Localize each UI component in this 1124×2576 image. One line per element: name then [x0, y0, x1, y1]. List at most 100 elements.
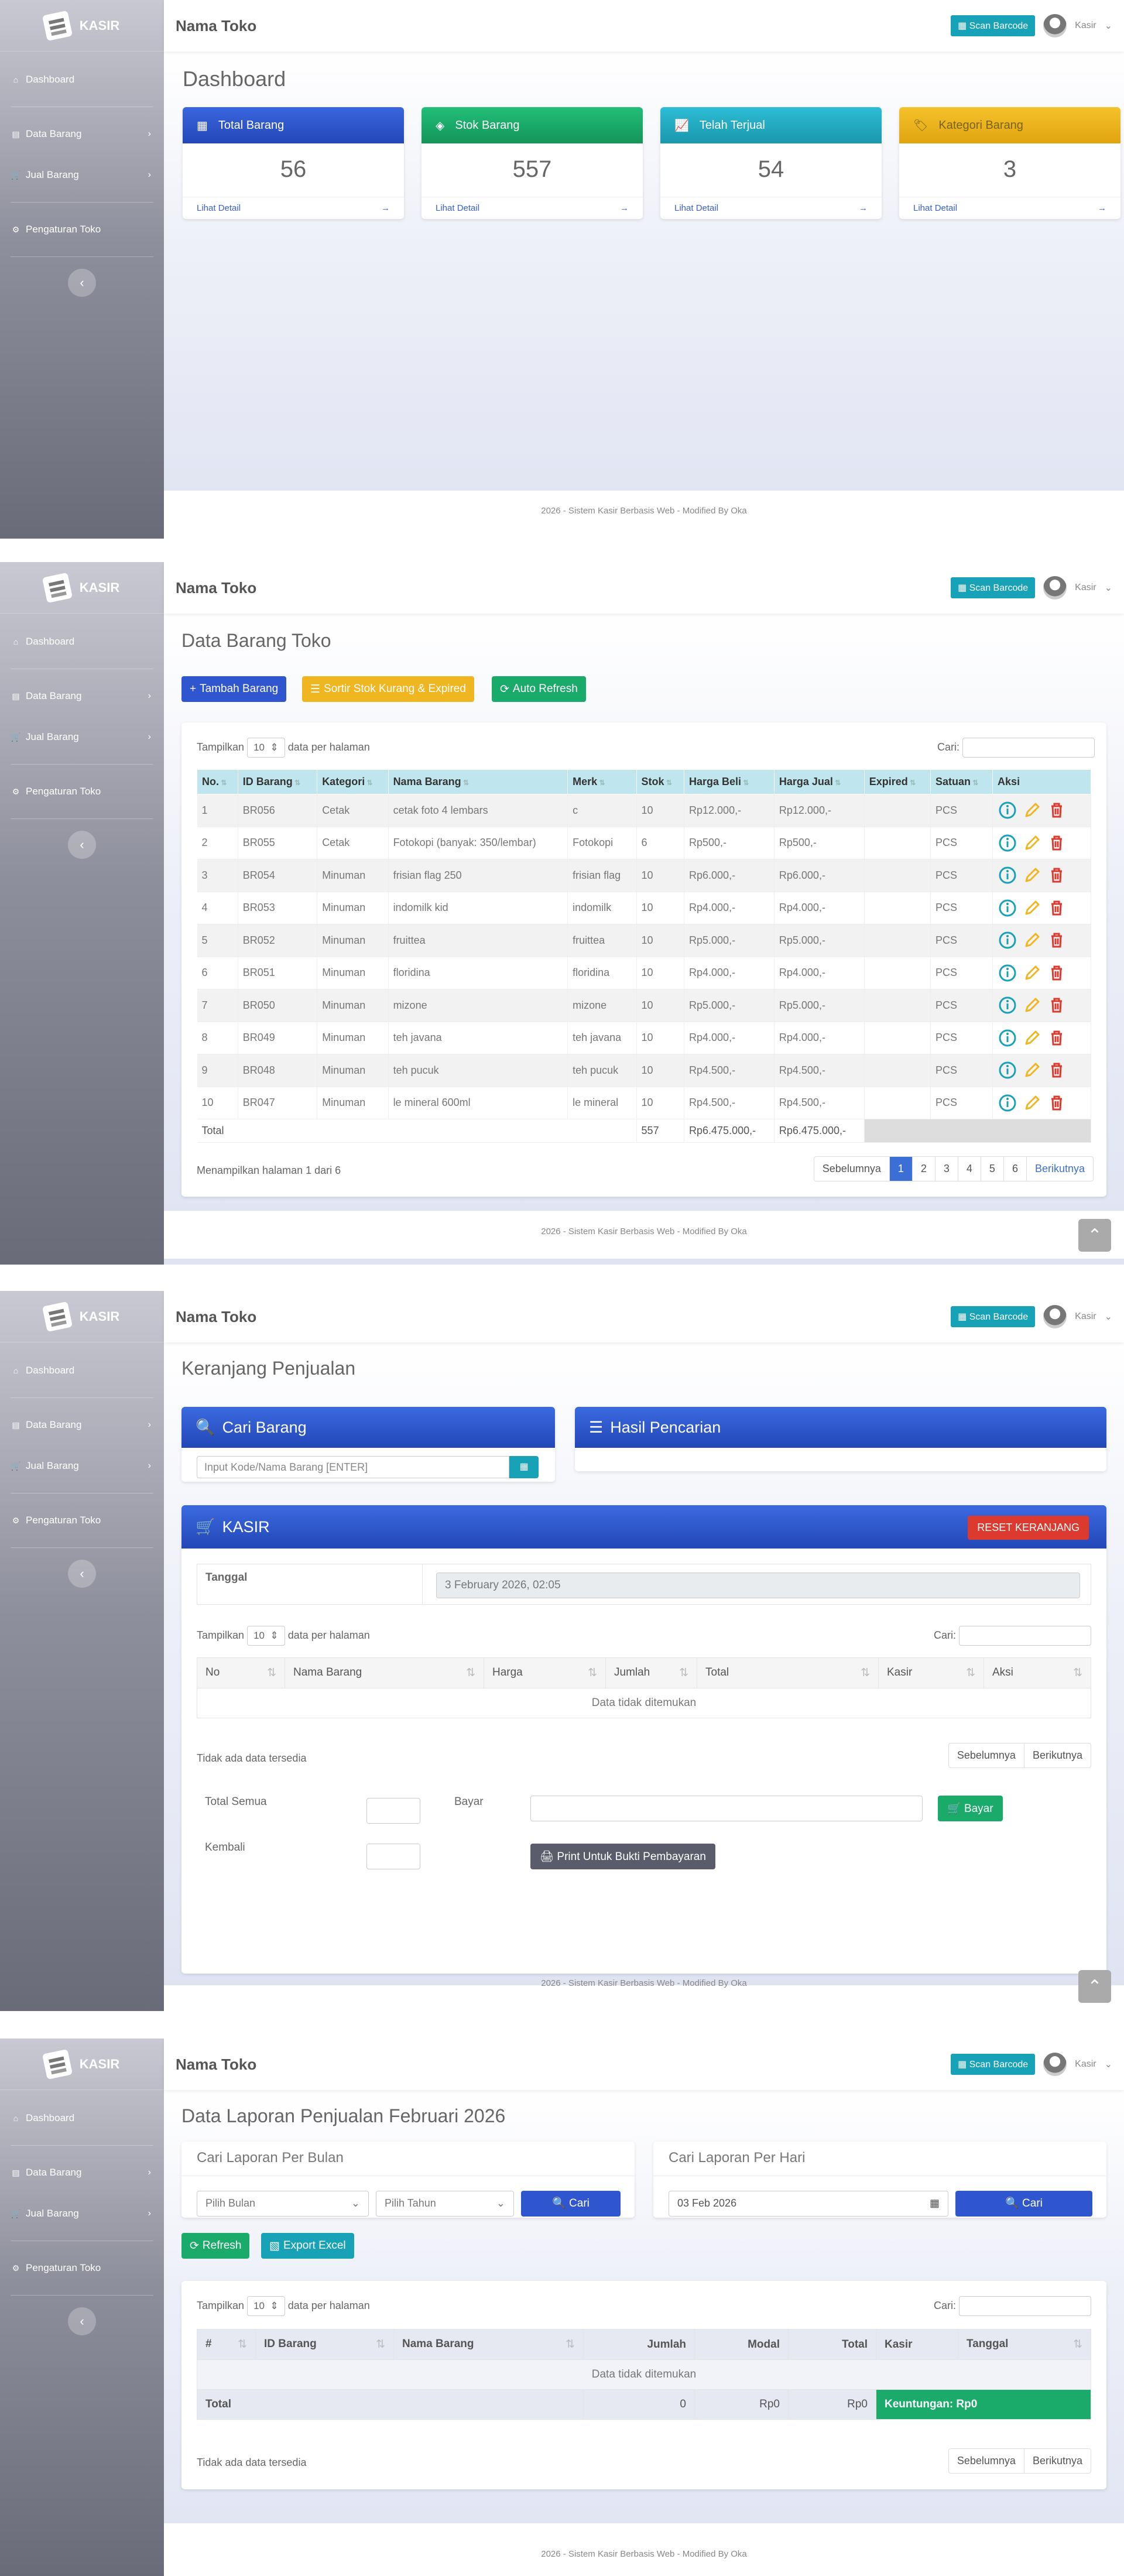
column-header[interactable]: Merk ⇅	[567, 769, 637, 794]
info-icon[interactable]	[998, 865, 1017, 885]
trash-icon[interactable]	[1047, 800, 1067, 820]
next-page-button[interactable]: Berikutnya	[1023, 1743, 1091, 1767]
sidebar-toggle-button[interactable]: ‹	[68, 1560, 96, 1588]
detail-link[interactable]: Lihat Detail →	[899, 197, 1120, 219]
sidebar-item-pengaturan[interactable]: ⚙ Pengaturan Toko	[0, 779, 164, 804]
detail-link[interactable]: Lihat Detail →	[660, 197, 882, 219]
year-select[interactable]: Pilih Tahun ⌄	[376, 2191, 514, 2217]
column-header[interactable]: ID Barang ⇅	[255, 2329, 394, 2360]
column-header[interactable]: Aksi	[992, 769, 1091, 794]
column-header[interactable]: ID Barang ⇅	[237, 769, 318, 794]
daily-search-button[interactable]: 🔍 Cari	[955, 2191, 1092, 2217]
column-header[interactable]: Harga Beli ⇅	[684, 769, 775, 794]
avatar[interactable]	[1043, 2053, 1067, 2076]
sidebar-item-data-barang[interactable]: ▤ Data Barang ›	[0, 2160, 164, 2186]
trash-icon[interactable]	[1047, 833, 1067, 853]
prev-page-button[interactable]: Sebelumnya	[949, 1743, 1024, 1767]
detail-link[interactable]: Lihat Detail →	[422, 197, 643, 219]
page-button-2[interactable]: 2	[911, 1157, 935, 1181]
export-excel-button[interactable]: ▧ Export Excel	[261, 2233, 354, 2259]
column-header[interactable]: No. ⇅	[197, 769, 238, 794]
info-icon[interactable]	[998, 833, 1017, 853]
user-name[interactable]: Kasir	[1075, 2059, 1096, 2070]
scroll-top-button[interactable]: ⌃	[1078, 1219, 1111, 1252]
column-header[interactable]: Harga ⇅	[484, 1657, 606, 1688]
reset-cart-button[interactable]: RESET KERANJANG	[968, 1516, 1089, 1540]
trash-icon[interactable]	[1047, 1060, 1067, 1080]
refresh-button[interactable]: ⟳ Refresh	[181, 2233, 250, 2259]
info-icon[interactable]	[998, 1060, 1017, 1080]
monthly-search-button[interactable]: 🔍 Cari	[521, 2191, 621, 2217]
auto-refresh-button[interactable]: ⟳ Auto Refresh	[492, 676, 586, 702]
column-header[interactable]: Aksi ⇅	[984, 1657, 1091, 1688]
pay-input[interactable]	[530, 1796, 923, 1821]
page-button-3[interactable]: 3	[934, 1157, 958, 1181]
brand[interactable]: KASIR	[0, 0, 164, 52]
barcode-search-button[interactable]: ▦	[509, 1456, 539, 1478]
scroll-top-button[interactable]: ⌃	[1078, 1970, 1111, 2003]
info-icon[interactable]	[998, 963, 1017, 983]
column-header[interactable]: Kasir	[876, 2329, 958, 2360]
sidebar-item-dashboard[interactable]: ⌂ Dashboard	[0, 2105, 164, 2131]
sidebar-item-pengaturan[interactable]: ⚙ Pengaturan Toko	[0, 2255, 164, 2281]
info-icon[interactable]	[998, 1028, 1017, 1048]
sidebar-item-dashboard[interactable]: ⌂ Dashboard	[0, 1358, 164, 1383]
column-header[interactable]: Kategori ⇅	[317, 769, 389, 794]
avatar[interactable]	[1043, 1305, 1067, 1328]
column-header[interactable]: Nama Barang ⇅	[393, 2329, 584, 2360]
page-length-select[interactable]: 10 ⇕	[247, 2296, 285, 2316]
column-header[interactable]: Tanggal ⇅	[958, 2329, 1091, 2360]
scan-barcode-button[interactable]: ▦ Scan Barcode	[951, 577, 1036, 598]
column-header[interactable]: Modal	[694, 2329, 789, 2360]
user-name[interactable]: Kasir	[1075, 1311, 1096, 1322]
add-item-button[interactable]: + Tambah Barang	[181, 676, 287, 702]
sidebar-item-jual-barang[interactable]: 🛒 Jual Barang ›	[0, 2201, 164, 2226]
sidebar-toggle-button[interactable]: ‹	[68, 831, 96, 859]
column-header[interactable]: Jumlah ⇅	[605, 1657, 697, 1688]
print-receipt-button[interactable]: 🖨 Print Untuk Bukti Pembayaran	[530, 1844, 715, 1869]
edit-icon[interactable]	[1022, 930, 1042, 950]
column-header[interactable]: Jumlah	[583, 2329, 695, 2360]
edit-icon[interactable]	[1022, 1060, 1042, 1080]
trash-icon[interactable]	[1047, 930, 1067, 950]
trash-icon[interactable]	[1047, 865, 1067, 885]
column-header[interactable]: No ⇅	[197, 1657, 285, 1688]
sidebar-item-jual-barang[interactable]: 🛒 Jual Barang ›	[0, 162, 164, 188]
edit-icon[interactable]	[1022, 1093, 1042, 1113]
edit-icon[interactable]	[1022, 995, 1042, 1015]
sidebar-item-data-barang[interactable]: ▤ Data Barang ›	[0, 121, 164, 147]
page-length-select[interactable]: 10 ⇕	[247, 1626, 285, 1646]
page-button-1[interactable]: 1	[889, 1157, 912, 1181]
search-input[interactable]	[962, 738, 1095, 758]
info-icon[interactable]	[998, 800, 1017, 820]
edit-icon[interactable]	[1022, 898, 1042, 918]
user-name[interactable]: Kasir	[1075, 20, 1096, 31]
brand[interactable]: KASIR	[0, 562, 164, 614]
user-name[interactable]: Kasir	[1075, 583, 1096, 593]
next-page-button[interactable]: Berikutnya	[1023, 2449, 1091, 2473]
scan-barcode-button[interactable]: ▦ Scan Barcode	[951, 2054, 1036, 2075]
search-input[interactable]	[959, 2296, 1091, 2316]
edit-icon[interactable]	[1022, 833, 1042, 853]
edit-icon[interactable]	[1022, 1028, 1042, 1048]
column-header[interactable]: Kasir ⇅	[878, 1657, 984, 1688]
prev-page-button[interactable]: Sebelumnya	[814, 1157, 889, 1181]
sidebar-item-dashboard[interactable]: ⌂ Dashboard	[0, 67, 164, 93]
sort-stock-button[interactable]: ☰ Sortir Stok Kurang & Expired	[302, 676, 474, 702]
sidebar-toggle-button[interactable]: ‹	[68, 2307, 96, 2335]
edit-icon[interactable]	[1022, 963, 1042, 983]
chevron-down-icon[interactable]: ⌄	[1105, 1311, 1112, 1323]
info-icon[interactable]	[998, 995, 1017, 1015]
column-header[interactable]: # ⇅	[197, 2329, 256, 2360]
column-header[interactable]: Harga Jual ⇅	[773, 769, 865, 794]
info-icon[interactable]	[998, 930, 1017, 950]
column-header[interactable]: Expired ⇅	[863, 769, 931, 794]
sidebar-item-pengaturan[interactable]: ⚙ Pengaturan Toko	[0, 1508, 164, 1533]
column-header[interactable]: Total ⇅	[697, 1657, 879, 1688]
next-page-button[interactable]: Berikutnya	[1026, 1157, 1093, 1181]
date-input[interactable]: 03 Feb 2026 ▦	[669, 2191, 948, 2217]
trash-icon[interactable]	[1047, 963, 1067, 983]
sidebar-item-data-barang[interactable]: ▤ Data Barang ›	[0, 683, 164, 709]
page-length-select[interactable]: 10 ⇕	[247, 738, 285, 758]
sidebar-item-jual-barang[interactable]: 🛒 Jual Barang ›	[0, 1453, 164, 1479]
